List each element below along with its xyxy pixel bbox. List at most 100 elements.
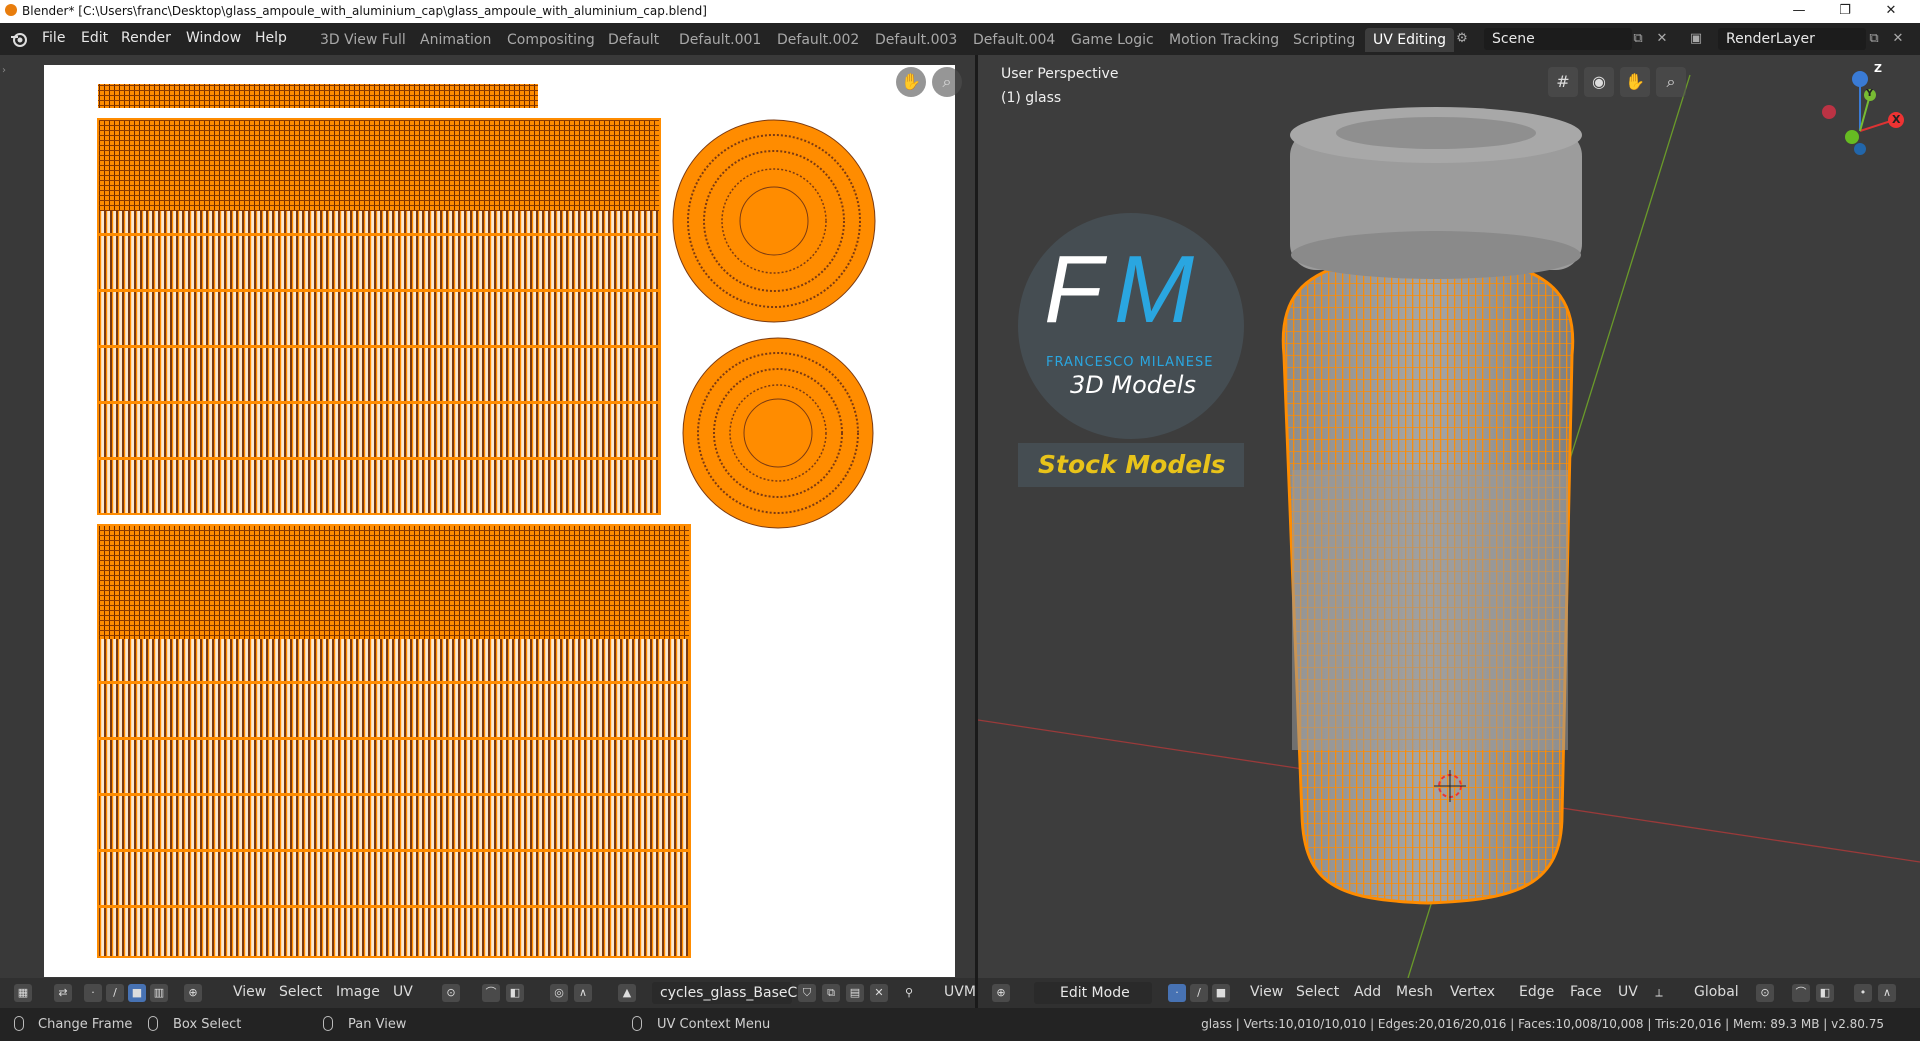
status-bar: Change Frame Box Select Pan View UV Cont…	[0, 1008, 1920, 1041]
menu-image[interactable]: Image	[336, 984, 380, 1000]
snap-target-icon[interactable]: ◧	[506, 984, 524, 1002]
sticky-select-icon[interactable]: ⊕	[184, 984, 202, 1002]
renderlayer-new-icon[interactable]: ⧉	[1866, 31, 1882, 47]
menu-view[interactable]: View	[233, 984, 266, 1000]
scene-new-icon[interactable]: ⧉	[1630, 31, 1646, 47]
pan-hand-icon[interactable]: ✋	[896, 67, 926, 97]
mouse-drag-icon	[148, 1016, 158, 1031]
menu-add[interactable]: Add	[1354, 984, 1381, 1000]
snap-icon[interactable]: ⌒	[482, 984, 500, 1002]
edge-select-icon[interactable]: /	[106, 984, 124, 1002]
zoom-icon[interactable]: ⌕	[1656, 67, 1686, 97]
tab-default-003[interactable]: Default.003	[867, 28, 965, 52]
gizmo-x-label: X	[1892, 113, 1901, 126]
menu-edge[interactable]: Edge	[1519, 984, 1554, 1000]
uvmap-selector[interactable]: UVM	[944, 984, 976, 1000]
aluminium-cap[interactable]	[1290, 107, 1582, 279]
camera-icon[interactable]: ◉	[1584, 67, 1614, 97]
island-select-icon[interactable]: ▥	[150, 984, 168, 1002]
menu-vertex[interactable]: Vertex	[1450, 984, 1495, 1000]
tab-default-004[interactable]: Default.004	[965, 28, 1063, 52]
grid-view-icon[interactable]: #	[1548, 67, 1578, 97]
toolbar-toggle-icon[interactable]: ›	[2, 65, 6, 76]
open-image-icon[interactable]: ▤	[846, 984, 864, 1002]
close-button[interactable]: ✕	[1868, 0, 1914, 23]
fake-user-icon[interactable]: ⛉	[798, 984, 816, 1002]
new-image-icon[interactable]: ⧉	[822, 984, 840, 1002]
scene-browse-icon[interactable]: ⚙	[1454, 31, 1470, 47]
menu-select[interactable]: Select	[279, 984, 322, 1000]
orientation-selector[interactable]: Global	[1694, 984, 1739, 1000]
tab-scripting[interactable]: Scripting	[1285, 28, 1363, 52]
scene-field[interactable]: Scene	[1484, 28, 1632, 50]
gizmo-y-label: Y	[1866, 88, 1874, 99]
mouse-middle-icon	[323, 1016, 333, 1031]
menu-window[interactable]: Window	[186, 30, 241, 46]
vertex-select-icon[interactable]: ·	[84, 984, 102, 1002]
menu-help[interactable]: Help	[255, 30, 287, 46]
tab-motion-tracking[interactable]: Motion Tracking	[1161, 28, 1287, 52]
unlink-image-icon[interactable]: ✕	[870, 984, 888, 1002]
menu-uv[interactable]: UV	[1618, 984, 1638, 1000]
proportional-edit-icon[interactable]: ◎	[550, 984, 568, 1002]
uv-image-editor[interactable]: ✋ ⌕ ›	[0, 55, 975, 978]
window-titlebar: Blender* [C:\Users\franc\Desktop\glass_a…	[0, 0, 1920, 23]
status-box-select: Box Select	[173, 1017, 242, 1032]
tab-compositing[interactable]: Compositing	[499, 28, 603, 52]
uv-island-lower-dense	[98, 525, 690, 639]
image-name-field[interactable]: cycles_glass_BaseC...	[652, 982, 811, 1004]
menu-view[interactable]: View	[1250, 984, 1283, 1000]
falloff-icon[interactable]: ∧	[574, 984, 592, 1002]
mode-selector[interactable]: Edit Mode	[1034, 982, 1152, 1004]
status-pan-view: Pan View	[348, 1017, 407, 1032]
menu-mesh[interactable]: Mesh	[1396, 984, 1433, 1000]
renderlayer-field[interactable]: RenderLayer	[1718, 28, 1866, 50]
orientation-icon[interactable]: ⟂	[1650, 984, 1668, 1002]
viewport-scene	[978, 71, 1920, 978]
pivot-icon[interactable]: ⊙	[1756, 984, 1774, 1002]
viewport-perspective-label: User Perspective	[1001, 66, 1119, 82]
uv-canvas[interactable]: ✋	[44, 65, 955, 977]
3d-viewport[interactable]: User Perspective (1) glass Z X Y # ◉ ✋ ⌕…	[978, 55, 1920, 978]
sync-selection-icon[interactable]: ⇄	[54, 984, 72, 1002]
renderlayer-remove-icon[interactable]: ✕	[1890, 31, 1906, 47]
tab-default-001[interactable]: Default.001	[671, 28, 769, 52]
proportional-edit-icon[interactable]: •	[1854, 984, 1872, 1002]
menu-file[interactable]: File	[42, 30, 65, 46]
face-select-mode-icon[interactable]: ■	[1212, 984, 1230, 1002]
editor-type-icon[interactable]: ▦	[14, 984, 32, 1002]
blender-menu-icon[interactable]	[10, 31, 28, 47]
pin-icon[interactable]: ⚲	[900, 984, 918, 1002]
falloff-icon[interactable]: ∧	[1878, 984, 1896, 1002]
restore-button[interactable]: ❐	[1822, 0, 1868, 23]
glass-mesh[interactable]	[1281, 263, 1575, 905]
menu-render[interactable]: Render	[121, 30, 171, 46]
pan-hand-icon[interactable]: ✋	[1620, 67, 1650, 97]
snap-target-icon[interactable]: ◧	[1816, 984, 1834, 1002]
menu-select[interactable]: Select	[1296, 984, 1339, 1000]
tab-animation[interactable]: Animation	[412, 28, 499, 52]
pivot-icon[interactable]: ⊙	[442, 984, 460, 1002]
scene-remove-icon[interactable]: ✕	[1654, 31, 1670, 47]
tab-uv-editing[interactable]: UV Editing	[1365, 28, 1455, 52]
editor-type-icon[interactable]: ⊕	[992, 984, 1010, 1002]
tab-default-002[interactable]: Default.002	[769, 28, 867, 52]
minimize-button[interactable]: —	[1776, 0, 1822, 23]
menu-edit[interactable]: Edit	[81, 30, 108, 46]
zoom-icon[interactable]: ⌕	[932, 67, 962, 97]
snap-icon[interactable]: ⌒	[1792, 984, 1810, 1002]
watermark-subtitle: 3D Models	[1070, 371, 1196, 399]
tab-game-logic[interactable]: Game Logic	[1063, 28, 1162, 52]
menu-uv[interactable]: UV	[393, 984, 413, 1000]
watermark-name: FRANCESCO MILANESE	[1046, 355, 1214, 370]
menu-face[interactable]: Face	[1570, 984, 1602, 1000]
face-select-icon[interactable]: ■	[128, 984, 146, 1002]
tab-default[interactable]: Default	[600, 28, 667, 52]
edge-select-mode-icon[interactable]: /	[1190, 984, 1208, 1002]
uv-island-strip-top	[98, 84, 538, 108]
watermark-logo: F M FRANCESCO MILANESE 3D Models	[1018, 213, 1244, 439]
tab-3d-view-full[interactable]: 3D View Full	[312, 28, 414, 52]
image-browse-icon[interactable]: ▲	[618, 984, 636, 1002]
vertex-select-mode-icon[interactable]: ·	[1168, 984, 1186, 1002]
renderlayer-browse-icon[interactable]: ▣	[1688, 31, 1704, 47]
